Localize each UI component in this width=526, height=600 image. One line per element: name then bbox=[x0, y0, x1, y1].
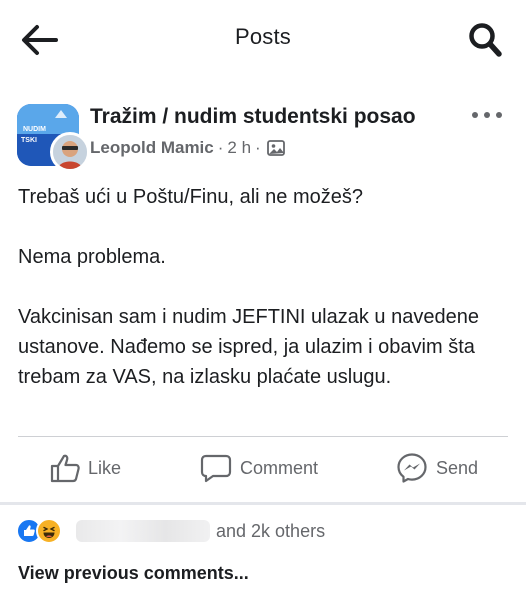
top-bar: Posts bbox=[0, 0, 526, 80]
messenger-icon bbox=[397, 453, 427, 483]
search-icon bbox=[469, 23, 502, 57]
comment-label: Comment bbox=[240, 457, 319, 478]
post-text: Trebaš ući u Poštu/Finu, ali ne možeš? N… bbox=[18, 182, 508, 392]
send-label: Send bbox=[436, 457, 479, 478]
group-avatar-text-1: NUDIM bbox=[23, 126, 46, 133]
more-horizontal-icon bbox=[472, 112, 502, 118]
post-paragraph: Trebaš ući u Poštu/Finu, ali ne možeš? bbox=[18, 186, 363, 208]
post-header: NUDIM TSKI Tražim / nudim studentski pos… bbox=[0, 96, 526, 176]
post-actions: Like Comment Send bbox=[0, 442, 526, 494]
like-button[interactable]: Like bbox=[50, 442, 121, 494]
post-paragraph: Vakcinisan sam i nudim JEFTINI ulazak u … bbox=[18, 306, 479, 388]
meta-separator: · bbox=[217, 138, 224, 157]
more-options-button[interactable] bbox=[470, 108, 504, 122]
photo-icon bbox=[266, 140, 285, 156]
like-label: Like bbox=[88, 457, 122, 478]
send-button[interactable]: Send bbox=[396, 442, 478, 494]
group-name-link[interactable]: Tražim / nudim studentski posao bbox=[90, 105, 416, 129]
reactions-summary[interactable]: and 2k others bbox=[16, 516, 325, 546]
comment-icon bbox=[200, 454, 232, 483]
actions-divider bbox=[18, 436, 508, 437]
view-previous-comments-link[interactable]: View previous comments... bbox=[18, 563, 249, 584]
section-divider bbox=[0, 502, 526, 505]
post-time[interactable]: 2 h bbox=[227, 138, 251, 158]
redacted-reactor-names bbox=[76, 520, 210, 542]
author-avatar[interactable] bbox=[50, 132, 90, 172]
post-paragraph: Nema problema. bbox=[18, 246, 166, 268]
page-title: Posts bbox=[234, 24, 292, 49]
comment-button[interactable]: Comment bbox=[200, 442, 318, 494]
group-avatar-text-2: TSKI bbox=[21, 137, 37, 144]
like-icon bbox=[50, 454, 80, 483]
author-name-link[interactable]: Leopold Mamic bbox=[90, 138, 214, 158]
search-button[interactable] bbox=[468, 22, 502, 58]
post-meta: Leopold Mamic · 2 h · bbox=[90, 138, 285, 158]
reactions-count: and 2k others bbox=[216, 520, 326, 541]
meta-separator-2: · bbox=[255, 138, 261, 157]
haha-reaction-icon bbox=[36, 518, 62, 544]
